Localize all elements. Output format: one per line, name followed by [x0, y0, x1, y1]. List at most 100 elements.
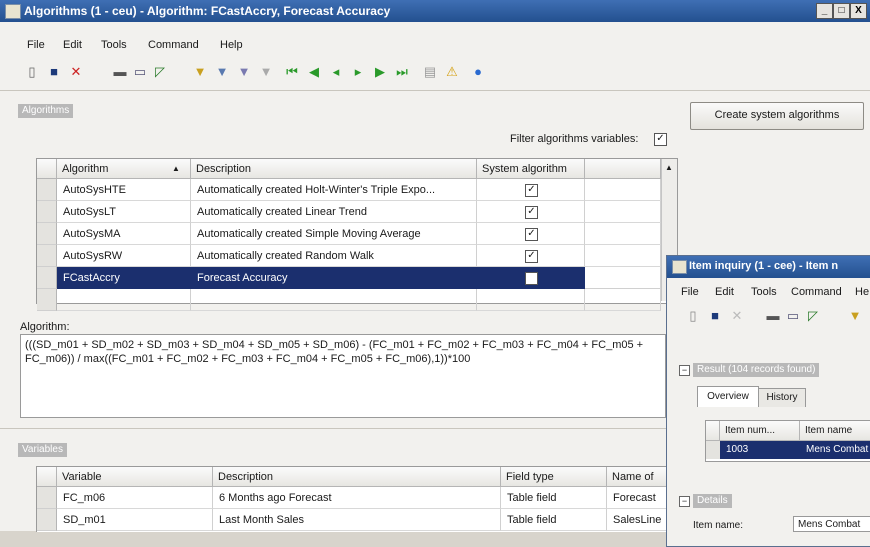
row-selector[interactable] [37, 201, 57, 223]
system-algorithm-checkbox[interactable]: ✓ [525, 250, 538, 263]
child-menu-tools[interactable]: Tools [751, 286, 777, 298]
help-icon[interactable]: ● [470, 64, 486, 80]
algorithm-cell[interactable]: AutoSysMA [57, 223, 191, 245]
description-cell[interactable]: Forecast Accuracy [191, 267, 477, 289]
child-save-icon[interactable]: ■ [707, 308, 723, 324]
filter-by-field-icon[interactable]: ▼ [214, 64, 230, 80]
var-description-cell[interactable]: 6 Months ago Forecast [213, 487, 501, 509]
child-new-icon[interactable]: ▯ [685, 308, 701, 324]
system-algorithm-checkbox[interactable]: ✓ [525, 206, 538, 219]
item-row[interactable]: 1003 Mens Combat [720, 441, 870, 459]
filler-cell[interactable] [585, 201, 661, 223]
row-selector[interactable] [37, 289, 57, 311]
child-print-icon[interactable]: ▬ [765, 308, 781, 324]
algorithm-cell[interactable]: AutoSysLT [57, 201, 191, 223]
tab-overview[interactable]: Overview [697, 386, 759, 407]
filler-cell[interactable] [585, 289, 661, 311]
variable-cell[interactable]: SD_m01 [57, 509, 213, 531]
column-field-type[interactable]: Field type [501, 467, 607, 487]
description-cell[interactable]: Automatically created Linear Trend [191, 201, 477, 223]
column-algorithm[interactable]: Algorithm ▲ [57, 159, 191, 179]
system-algorithm-checkbox[interactable]: ✓ [525, 184, 538, 197]
delete-icon[interactable]: ✕ [68, 64, 84, 80]
column-system-algorithm[interactable]: System algorithm [477, 159, 585, 179]
maximize-button[interactable]: □ [833, 3, 850, 19]
previous-page-icon[interactable]: ◀ [306, 64, 322, 80]
row-selector[interactable] [37, 509, 57, 531]
system-algorithm-cell[interactable]: ✓ [477, 201, 585, 223]
menu-tools[interactable]: Tools [101, 39, 127, 51]
description-cell[interactable]: Automatically created Holt-Winter's Trip… [191, 179, 477, 201]
var-description-cell[interactable]: Last Month Sales [213, 509, 501, 531]
system-algorithm-cell[interactable] [477, 267, 585, 289]
algorithm-cell[interactable]: AutoSysRW [57, 245, 191, 267]
details-collapse-icon[interactable]: − [679, 496, 690, 507]
create-system-algorithms-button[interactable]: Create system algorithms [690, 102, 864, 130]
previous-record-icon[interactable]: ◂ [328, 64, 344, 80]
item-name-field[interactable]: Mens Combat [793, 516, 870, 532]
advanced-filter-icon[interactable]: ▼ [192, 64, 208, 80]
filter-by-selection-icon[interactable]: ▼ [236, 64, 252, 80]
filler-cell[interactable] [585, 245, 661, 267]
field-type-cell[interactable]: Table field [501, 487, 607, 509]
child-menu-edit[interactable]: Edit [715, 286, 734, 298]
column-description[interactable]: Description [191, 159, 477, 179]
filter-icon[interactable]: ◸ [152, 64, 168, 80]
print-preview-icon[interactable]: ▭ [132, 64, 148, 80]
tab-history[interactable]: History [758, 388, 806, 407]
system-algorithm-cell[interactable]: ✓ [477, 245, 585, 267]
algorithm-cell[interactable]: AutoSysHTE [57, 179, 191, 201]
description-cell[interactable] [191, 289, 477, 311]
algorithm-formula-field[interactable]: (((SD_m01 + SD_m02 + SD_m03 + SD_m04 + S… [20, 334, 666, 418]
row-selector[interactable] [37, 245, 57, 267]
system-algorithm-checkbox[interactable] [525, 272, 538, 285]
print-icon[interactable]: ▬ [112, 64, 128, 80]
child-preview-icon[interactable]: ▭ [785, 308, 801, 324]
alert-icon[interactable]: ⚠ [444, 64, 460, 80]
child-menu-file[interactable]: File [681, 286, 699, 298]
variable-cell[interactable]: FC_m06 [57, 487, 213, 509]
algorithm-cell[interactable] [57, 289, 191, 311]
filler-cell[interactable] [585, 223, 661, 245]
next-page-icon[interactable]: ▶ [372, 64, 388, 80]
minimize-button[interactable]: _ [816, 3, 833, 19]
field-type-cell[interactable]: Table field [501, 509, 607, 531]
menu-edit[interactable]: Edit [63, 39, 82, 51]
filler-cell[interactable] [585, 179, 661, 201]
menu-help[interactable]: Help [220, 39, 243, 51]
close-button[interactable]: X [850, 3, 867, 19]
row-selector[interactable] [37, 223, 57, 245]
column-variable[interactable]: Variable [57, 467, 213, 487]
child-menu-command[interactable]: Command [791, 286, 842, 298]
child-advanced-filter-icon[interactable]: ▼ [847, 308, 863, 324]
menu-file[interactable]: File [27, 39, 45, 51]
child-filter-icon[interactable]: ◸ [805, 308, 821, 324]
remove-filter-icon[interactable]: ▼ [258, 64, 274, 80]
child-menu-help[interactable]: He [855, 286, 869, 298]
algorithm-cell[interactable]: FCastAccry [57, 267, 191, 289]
child-delete-icon[interactable]: ✕ [729, 308, 745, 324]
document-handling-icon[interactable]: ▤ [422, 64, 438, 80]
filter-checkbox[interactable]: ✓ [654, 133, 667, 146]
filler-cell[interactable] [585, 267, 661, 289]
result-collapse-icon[interactable]: − [679, 365, 690, 376]
menu-command[interactable]: Command [148, 39, 199, 51]
next-record-icon[interactable]: ▸ [350, 64, 366, 80]
system-algorithm-cell[interactable] [477, 289, 585, 311]
row-selector[interactable] [37, 487, 57, 509]
column-item-number[interactable]: Item num... [720, 421, 800, 441]
description-cell[interactable]: Automatically created Simple Moving Aver… [191, 223, 477, 245]
row-selector[interactable] [37, 267, 57, 289]
new-icon[interactable]: ▯ [24, 64, 40, 80]
last-record-icon[interactable]: ⏭ [394, 64, 410, 80]
description-cell[interactable]: Automatically created Random Walk [191, 245, 477, 267]
column-item-name[interactable]: Item name [800, 421, 870, 441]
save-icon[interactable]: ■ [46, 64, 62, 80]
scroll-up-icon[interactable]: ▲ [665, 163, 673, 172]
column-var-description[interactable]: Description [213, 467, 501, 487]
system-algorithm-checkbox[interactable]: ✓ [525, 228, 538, 241]
system-algorithm-cell[interactable]: ✓ [477, 179, 585, 201]
system-algorithm-cell[interactable]: ✓ [477, 223, 585, 245]
first-record-icon[interactable]: ⏮ [284, 64, 300, 80]
item-row-selector[interactable] [706, 441, 720, 459]
